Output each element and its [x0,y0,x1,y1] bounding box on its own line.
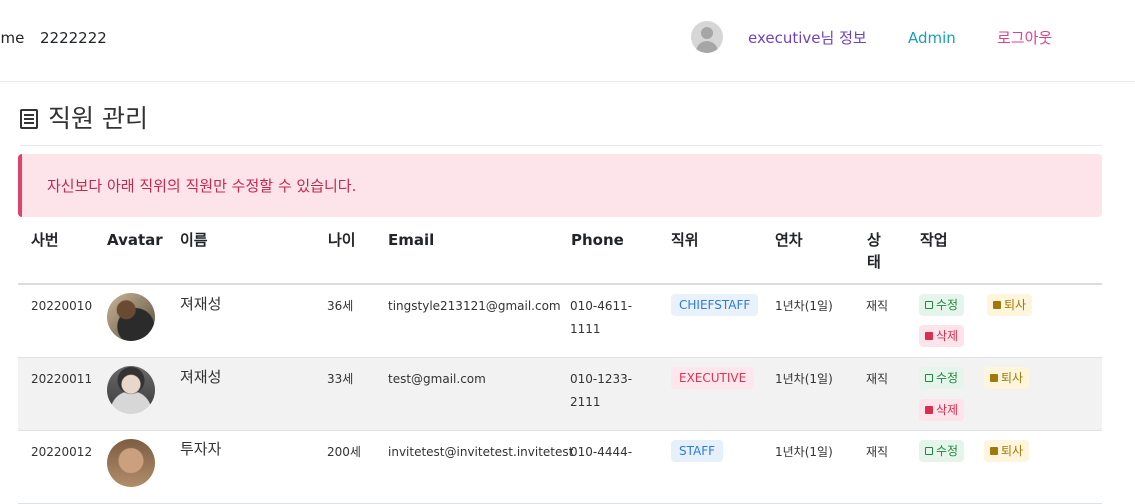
employee-email: tingstyle213121@gmail.com [388,299,561,313]
delete-button[interactable]: 삭제 [919,325,965,347]
edit-button[interactable]: 수정 [919,367,965,389]
list-icon [20,109,38,129]
employee-years: 1년차(1일) [775,299,833,313]
alert-text: 자신보다 아래 직위의 직원만 수정할 수 있습니다. [47,177,357,195]
employee-id: 20220010 [31,299,93,313]
page-title-text: 직원 관리 [48,104,148,133]
edit-icon [925,447,933,455]
employee-id: 20220012 [31,445,93,459]
header-actions: 작업 [920,231,948,249]
delete-label: 삭제 [936,329,959,343]
employee-name: 투자자 [180,440,222,458]
edit-label: 수정 [936,371,959,385]
employee-email: test@gmail.com [388,372,486,386]
table-row: 20220011 져재성 33세 test@gmail.com 010-1233… [18,358,1102,431]
table-header: 사번 Avatar 이름 나이 Email Phone 직위 연차 상 태 작업 [18,218,1102,285]
employee-status: 재직 [866,372,889,386]
employee-age: 200세 [327,445,361,459]
permission-alert: 자신보다 아래 직위의 직원만 수정할 수 있습니다. [18,154,1102,217]
logout-link[interactable]: 로그아웃 [997,28,1052,48]
title-divider [20,145,1102,146]
table-row: 20220010 져재성 36세 tingstyle213121@gmail.c… [18,285,1102,358]
edit-icon [925,374,933,382]
nav-home-link[interactable]: Home [0,28,24,48]
header-phone: Phone [571,231,624,249]
employee-phone-line2: 1111 [570,322,601,336]
document-icon [990,374,998,382]
trash-icon [925,332,933,340]
resign-label: 퇴사 [1001,444,1024,458]
resign-label: 퇴사 [1001,371,1024,385]
employee-phone-line1: 010-4611- [570,299,633,313]
header-name: 이름 [180,231,208,249]
page-title: 직원 관리 [20,103,148,135]
header-age: 나이 [328,231,356,249]
resign-label: 퇴사 [1004,298,1027,312]
employee-avatar [107,439,155,487]
employee-name: 져재성 [180,295,222,313]
position-badge: STAFF [671,440,724,462]
employee-age: 36세 [327,299,354,313]
employee-age: 33세 [327,372,354,386]
table-row: 20220012 투자자 200세 invitetest@invitetest.… [18,431,1102,504]
header-status-line1: 상 [867,231,881,249]
position-badge: CHIEFSTAFF [671,294,759,316]
resign-button[interactable]: 퇴사 [984,367,1030,389]
header-avatar: Avatar [107,231,163,249]
position-badge: EXECUTIVE [671,367,755,389]
header-id: 사번 [31,231,59,249]
header-years: 연차 [775,231,803,249]
resign-button[interactable]: 퇴사 [984,440,1030,462]
employee-phone-line1: 010-1233- [570,372,633,386]
edit-label: 수정 [936,444,959,458]
resign-button[interactable]: 퇴사 [987,294,1033,316]
employee-phone-line1: 010-4444- [570,445,633,459]
employee-years: 1년차(1일) [775,445,833,459]
header-status-line2: 태 [867,253,881,271]
employee-status: 재직 [866,445,889,459]
nav-code-link[interactable]: 2222222 [40,28,107,48]
user-info-link[interactable]: executive님 정보 [748,28,867,48]
employee-table: 사번 Avatar 이름 나이 Email Phone 직위 연차 상 태 작업… [18,218,1102,504]
admin-link[interactable]: Admin [908,28,956,48]
employee-phone-line2: 2111 [570,395,601,409]
delete-label: 삭제 [936,403,959,417]
employee-avatar [107,293,155,341]
document-icon [990,447,998,455]
delete-button[interactable]: 삭제 [919,399,965,421]
top-navbar: Home 2222222 executive님 정보 Admin 로그아웃 [0,0,1135,82]
trash-icon [925,406,933,414]
employee-avatar [107,366,155,414]
employee-years: 1년차(1일) [775,372,833,386]
employee-name: 져재성 [180,368,222,386]
header-position: 직위 [671,231,699,249]
edit-label: 수정 [936,298,959,312]
employee-id: 20220011 [31,372,93,386]
user-avatar-icon[interactable] [691,21,723,53]
edit-icon [925,301,933,309]
header-email: Email [388,231,435,249]
document-icon [993,301,1001,309]
edit-button[interactable]: 수정 [919,294,965,316]
employee-status: 재직 [866,299,889,313]
employee-email: invitetest@invitetest.invitetest [388,445,574,459]
edit-button[interactable]: 수정 [919,440,965,462]
